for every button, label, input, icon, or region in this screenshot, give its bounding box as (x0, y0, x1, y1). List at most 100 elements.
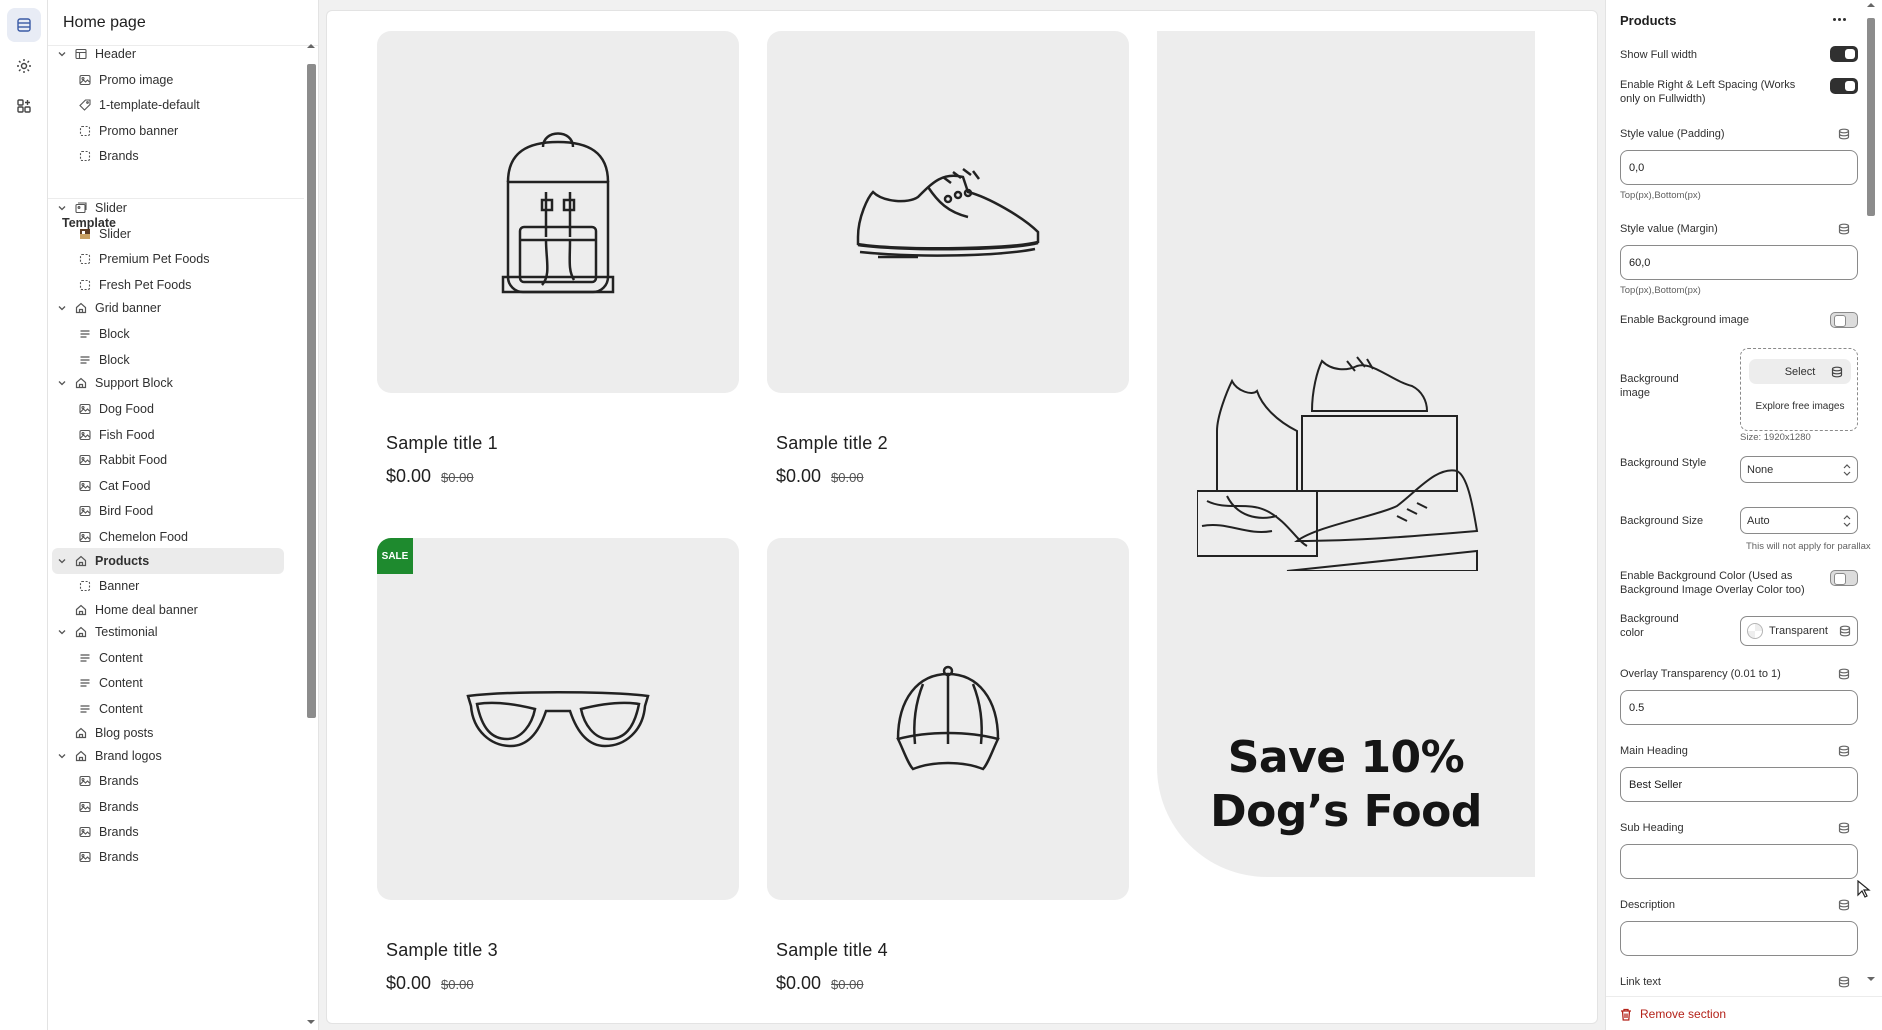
tree-block-content[interactable]: Content (48, 670, 143, 696)
page-title: Home page (48, 0, 318, 46)
bg-style-value: None (1747, 463, 1774, 476)
tree-block-brands[interactable]: Brands (48, 794, 139, 820)
product-image-2[interactable] (767, 31, 1129, 393)
tree-section-slider[interactable]: Slider (48, 195, 127, 221)
scroll-down-arrow-icon (307, 1020, 315, 1024)
padding-input[interactable] (1620, 150, 1858, 185)
tree-section-testimonial[interactable]: Testimonial (48, 619, 158, 645)
tree-scroll-thumb[interactable] (307, 64, 316, 718)
promo-banner[interactable]: Save 10% Dog’s Food (1157, 31, 1535, 877)
product-image-4[interactable] (767, 538, 1129, 900)
chevron-down-icon[interactable] (56, 750, 68, 762)
overlay-input[interactable] (1620, 690, 1858, 725)
bg-color-picker[interactable]: Transparent (1740, 616, 1858, 646)
tree-section-brand-logos[interactable]: Brand logos (48, 743, 162, 769)
tree-block-bird-food[interactable]: Bird Food (48, 498, 153, 524)
select-label: Select (1784, 365, 1816, 378)
tree-item-label: Brand logos (95, 749, 162, 763)
chevron-down-icon[interactable] (56, 626, 68, 638)
remove-section-button[interactable]: Remove section (1620, 1007, 1726, 1021)
tree-block-block[interactable]: Block (48, 321, 130, 347)
chevron-spacer[interactable] (56, 727, 68, 739)
sunglasses-icon (466, 691, 650, 748)
tree-section-support-block[interactable]: Support Block (48, 370, 173, 396)
tree-scrollbar[interactable] (304, 44, 318, 1030)
tree-item-label: Promo banner (99, 124, 179, 138)
tree-block-chemelon-food[interactable]: Chemelon Food (48, 524, 188, 550)
tree-section-products[interactable]: Products (52, 548, 284, 574)
description-input[interactable] (1620, 921, 1858, 956)
select-arrows-icon (1843, 514, 1851, 527)
tree-block-brands[interactable]: Brands (48, 143, 139, 169)
dynamic-source-icon (1838, 668, 1850, 680)
margin-label: Style value (Margin) (1620, 223, 1718, 235)
product-image-3[interactable]: SALE (377, 538, 739, 900)
settings-gear-icon[interactable] (7, 49, 41, 83)
text-lines-icon (78, 702, 92, 716)
product-title-3[interactable]: Sample title 3 (386, 940, 498, 961)
bg-size-label: Background Size (1620, 515, 1704, 527)
settings-scroll-thumb[interactable] (1867, 18, 1875, 216)
tree-block-brands[interactable]: Brands (48, 768, 139, 794)
thumbnail-icon (78, 227, 92, 241)
tree-block-brands[interactable]: Brands (48, 819, 139, 845)
tree-item-label: Fresh Pet Foods (99, 278, 192, 292)
compare-price: $0.00 (441, 470, 474, 485)
tree-section-grid-banner[interactable]: Grid banner (48, 295, 161, 321)
settings-title: Products (1620, 13, 1677, 28)
show-full-width-toggle[interactable] (1830, 46, 1858, 62)
enable-bg-image-label: Enable Background image (1620, 314, 1750, 326)
tree-item-label: Premium Pet Foods (99, 252, 210, 266)
apps-icon[interactable] (7, 89, 41, 123)
bg-color-value: Transparent (1769, 625, 1828, 637)
tree-block-premium-pet-foods[interactable]: Premium Pet Foods (48, 246, 209, 272)
tree-block-rabbit-food[interactable]: Rabbit Food (48, 447, 167, 473)
tree-block-content[interactable]: Content (48, 645, 143, 671)
sections-icon[interactable] (7, 8, 41, 42)
enable-bg-color-toggle[interactable] (1830, 570, 1858, 586)
tree-item-label: Banner (99, 579, 140, 593)
product-title-2[interactable]: Sample title 2 (776, 433, 888, 454)
banner-line-1: Save 10% (1227, 732, 1465, 783)
bg-style-select[interactable]: None (1740, 456, 1858, 483)
bg-image-label: Background image (1620, 373, 1679, 399)
tree-block-content[interactable]: Content (48, 696, 143, 722)
more-options-icon[interactable] (1828, 12, 1850, 26)
bg-image-select-button[interactable]: Select (1749, 359, 1851, 384)
tree-block-promo-banner[interactable]: Promo banner (48, 118, 178, 144)
product-title-1[interactable]: Sample title 1 (386, 433, 498, 454)
tree-block-cat-food[interactable]: Cat Food (48, 473, 150, 499)
tree-block-1-template-default[interactable]: 1-template-default (48, 92, 200, 118)
tree-block-fish-food[interactable]: Fish Food (48, 422, 155, 448)
product-image-1[interactable] (377, 31, 739, 393)
trash-icon (1621, 1008, 1631, 1021)
color-swatch[interactable] (1747, 623, 1763, 639)
bg-size-select[interactable]: Auto (1740, 507, 1858, 534)
margin-input[interactable] (1620, 245, 1858, 280)
chevron-down-icon[interactable] (56, 202, 68, 214)
chevron-spacer[interactable] (56, 604, 68, 616)
tree-block-slider[interactable]: Slider (48, 221, 131, 247)
chevron-down-icon[interactable] (56, 48, 68, 60)
sub-heading-input[interactable] (1620, 844, 1858, 879)
chevron-down-icon[interactable] (56, 555, 68, 567)
enable-bg-image-toggle[interactable] (1830, 312, 1858, 328)
tree-item-label: Content (99, 676, 143, 690)
chevron-down-icon[interactable] (56, 302, 68, 314)
show-full-width-label: Show Full width (1620, 49, 1698, 61)
dashed-square-icon (78, 252, 92, 266)
explore-free-images-link[interactable]: Explore free images (1741, 401, 1859, 412)
dynamic-source-icon (1838, 976, 1850, 988)
tree-item-label: Block (99, 327, 130, 341)
dashed-square-icon (78, 149, 92, 163)
tree-block-promo-image[interactable]: Promo image (48, 67, 173, 93)
main-heading-input[interactable] (1620, 767, 1858, 802)
tree-section-header[interactable]: Header (48, 41, 136, 67)
chevron-down-icon[interactable] (56, 377, 68, 389)
tree-block-dog-food[interactable]: Dog Food (48, 396, 154, 422)
tree-block-banner[interactable]: Banner (48, 573, 139, 599)
tree-block-brands[interactable]: Brands (48, 844, 139, 870)
enable-spacing-toggle[interactable] (1830, 78, 1858, 94)
product-title-4[interactable]: Sample title 4 (776, 940, 888, 961)
settings-scrollbar[interactable] (1864, 0, 1878, 1000)
